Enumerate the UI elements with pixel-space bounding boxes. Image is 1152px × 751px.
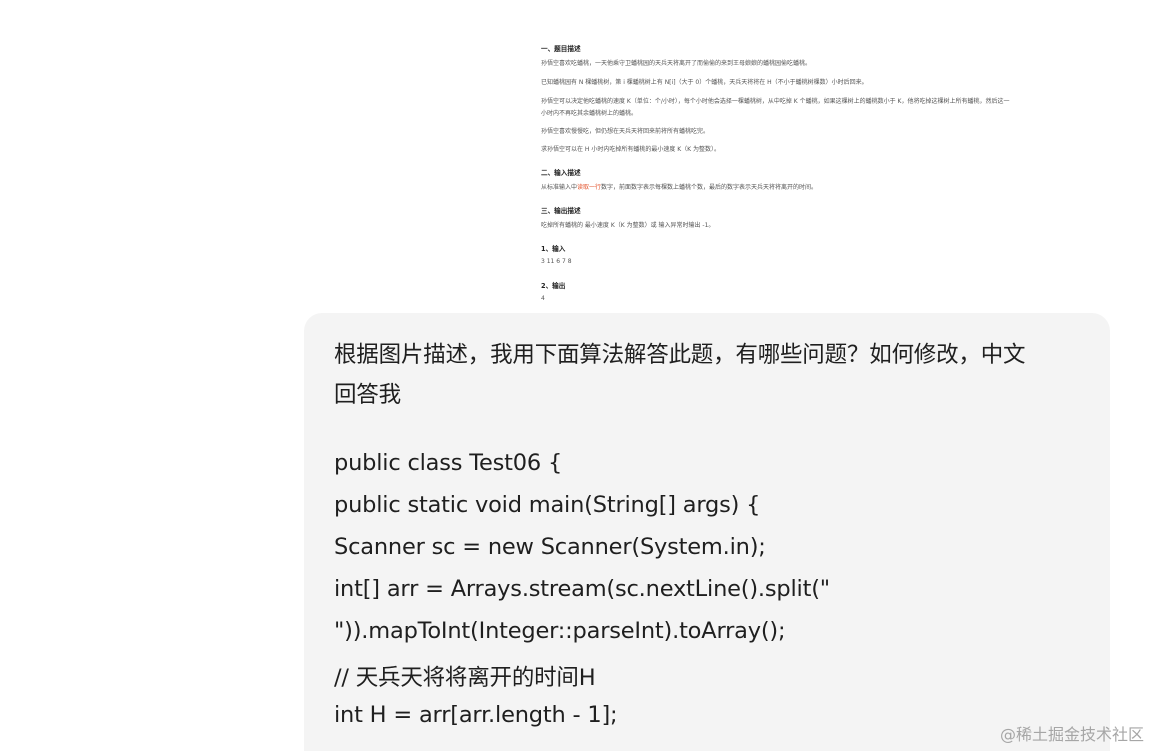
section-title-description: 一、题目描述 — [541, 45, 581, 53]
problem-paragraph: 孙悟空喜欢吃蟠桃，一天他乘守卫蟠桃园的天兵天将离开了而偷偷的来到王母娘娘的蟠桃园… — [541, 60, 812, 67]
watermark: @稀土掘金技术社区 — [999, 725, 1144, 744]
message-code-line: int H = arr[arr.length - 1]; — [334, 702, 618, 728]
example-output-title: 2、输出 — [541, 282, 566, 290]
message-code-line: public static void main(String[] args) { — [334, 492, 761, 518]
user-message-bubble: 根据图片描述，我用下面算法解答此题，有哪些问题？如何修改，中文 回答我 publ… — [304, 313, 1110, 751]
example-input-title: 1、输入 — [541, 245, 566, 253]
message-question-line: 根据图片描述，我用下面算法解答此题，有哪些问题？如何修改，中文 — [334, 342, 1026, 368]
problem-paragraph: 孙悟空可以决定他吃蟠桃的速度 K（单位：个/小时），每个小时他会选择一棵蟠桃树，… — [541, 98, 1010, 105]
section-title-input: 二、输入描述 — [541, 169, 581, 177]
message-code-line: ")).mapToInt(Integer::parseInt).toArray(… — [334, 618, 786, 644]
problem-paragraph: 小时内不再吃其余蟠桃树上的蟠桃。 — [541, 110, 638, 117]
example-output-value: 4 — [541, 295, 545, 302]
message-code-line: public class Test06 { — [334, 450, 563, 476]
message-code-comment: // 天兵天将将离开的时间H — [334, 665, 596, 691]
input-desc-after: 数字，前面数字表示每棵数上蟠桃个数，最后的数字表示天兵天将将离开的时间。 — [601, 184, 818, 191]
output-description: 吃掉所有蟠桃的 最小速度 K（K 为整数）或 输入异常时输出 -1。 — [541, 222, 715, 229]
example-input-value: 3 11 6 7 8 — [541, 258, 572, 265]
problem-description-image: 一、题目描述 孙悟空喜欢吃蟠桃，一天他乘守卫蟠桃园的天兵天将离开了而偷偷的来到王… — [530, 36, 1110, 308]
message-question-line: 回答我 — [334, 382, 401, 408]
message-code-line: Scanner sc = new Scanner(System.in); — [334, 534, 766, 560]
message-code-line: int[] arr = Arrays.stream(sc.nextLine().… — [334, 576, 830, 602]
problem-paragraph: 已知蟠桃园有 N 棵蟠桃树，第 i 棵蟠桃树上有 N[i]（大于 0）个蟠桃，天… — [541, 79, 868, 86]
problem-paragraph: 孙悟空喜欢慢慢吃，但仍想在天兵天将回来前将所有蟠桃吃完。 — [541, 128, 710, 135]
input-description: 从标准输入中读取一行数字，前面数字表示每棵数上蟠桃个数，最后的数字表示天兵天将将… — [541, 182, 1101, 191]
input-desc-before: 从标准输入中 — [541, 184, 578, 191]
problem-paragraph: 求孙悟空可以在 H 小时内吃掉所有蟠桃的最小速度 K（K 为整数）。 — [541, 146, 721, 153]
input-desc-link[interactable]: 读取一行 — [577, 184, 601, 191]
section-title-output: 三、输出描述 — [541, 207, 581, 215]
